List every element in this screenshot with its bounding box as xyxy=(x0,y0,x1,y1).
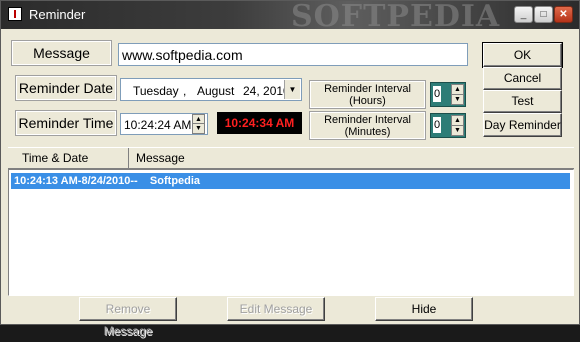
hide-button[interactable]: Hide xyxy=(375,297,473,321)
message-input[interactable]: www.softpedia.com xyxy=(118,43,468,66)
list-header: Time & Date Message xyxy=(8,147,574,169)
reminder-date-picker[interactable]: Tuesday , August 24, 2010 ▼ xyxy=(120,78,302,101)
reminder-window: Reminder SOFTPEDIA _ □ ✕ Message www.sof… xyxy=(0,0,580,338)
interval-hours-label-line2: (Hours) xyxy=(349,95,386,107)
ok-button[interactable]: OK xyxy=(482,42,563,68)
spin-up-icon[interactable]: ▲ xyxy=(193,115,204,124)
interval-minutes-value[interactable]: 0 xyxy=(433,117,441,133)
spin-down-icon[interactable]: ▼ xyxy=(452,126,463,136)
spin-up-icon[interactable]: ▲ xyxy=(452,116,463,126)
minimize-button[interactable]: _ xyxy=(514,6,533,23)
maximize-button[interactable]: □ xyxy=(534,6,553,23)
chevron-down-icon[interactable]: ▼ xyxy=(284,80,300,99)
interval-hours-label: Reminder Interval (Hours) xyxy=(309,80,426,109)
reminder-date-label: Reminder Date xyxy=(15,75,117,101)
day-reminder-button[interactable]: Day Reminder xyxy=(483,113,562,137)
client-area: Message www.softpedia.com Reminder Date … xyxy=(4,30,576,338)
column-header-message[interactable]: Message xyxy=(132,148,336,168)
interval-hours-label-line1: Reminder Interval xyxy=(324,83,411,95)
spin-down-icon[interactable]: ▼ xyxy=(193,124,204,133)
test-button[interactable]: Test xyxy=(483,90,562,113)
close-button[interactable]: ✕ xyxy=(554,6,573,23)
time-spinner[interactable]: ▲ ▼ xyxy=(192,114,205,134)
spin-down-icon[interactable]: ▼ xyxy=(452,95,463,105)
column-header-time-date[interactable]: Time & Date xyxy=(8,148,129,168)
message-label: Message xyxy=(11,40,112,66)
interval-minutes-spinner[interactable]: 0 ▲ ▼ xyxy=(430,113,466,138)
interval-minutes-label-line1: Reminder Interval xyxy=(324,114,411,126)
clock-display: 10:24:34 AM xyxy=(217,112,302,134)
interval-minutes-label-line2: (Minutes) xyxy=(344,126,391,138)
softpedia-watermark: SOFTPEDIA xyxy=(291,0,501,34)
message-input-value: www.softpedia.com xyxy=(122,47,243,63)
interval-hours-value[interactable]: 0 xyxy=(433,86,441,102)
reminder-list[interactable]: 10:24:13 AM-8/24/2010-- Softpedia xyxy=(8,169,574,296)
edit-message-button[interactable]: Edit Message xyxy=(227,297,325,321)
date-comma: , xyxy=(183,84,187,98)
title-bar[interactable]: Reminder SOFTPEDIA _ □ ✕ xyxy=(1,0,579,34)
list-item[interactable]: 10:24:13 AM-8/24/2010-- Softpedia xyxy=(11,173,570,189)
remove-message-button[interactable]: Remove Message xyxy=(79,297,177,338)
spin-up-icon[interactable]: ▲ xyxy=(452,85,463,95)
date-day-year: 24, 2010 xyxy=(243,84,290,98)
date-month: August xyxy=(197,84,235,98)
date-weekday: Tuesday xyxy=(133,84,179,98)
app-icon xyxy=(8,7,22,21)
interval-minutes-label: Reminder Interval (Minutes) xyxy=(309,111,426,140)
interval-hours-spin[interactable]: ▲ ▼ xyxy=(451,84,464,105)
time-value: 10:24:24 AM xyxy=(124,118,192,132)
reminder-time-label: Reminder Time xyxy=(15,110,117,136)
window-title: Reminder xyxy=(29,7,86,22)
interval-hours-spinner[interactable]: 0 ▲ ▼ xyxy=(430,82,466,107)
interval-minutes-spin[interactable]: ▲ ▼ xyxy=(451,115,464,136)
cancel-button[interactable]: Cancel xyxy=(483,67,562,90)
